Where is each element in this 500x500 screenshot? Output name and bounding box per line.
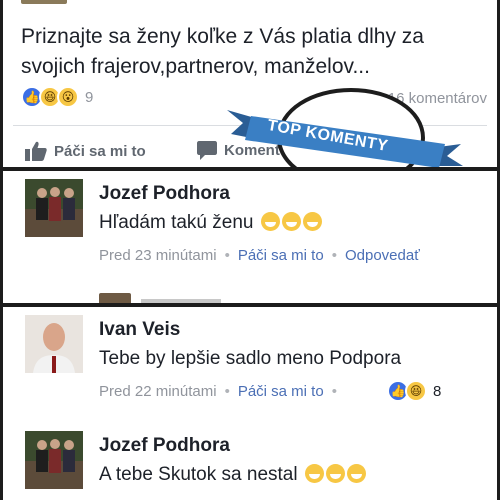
comment-reactions[interactable]: 👍 😆 8	[387, 380, 441, 402]
separator-dot: •	[331, 383, 337, 400]
reply-avatar[interactable]	[99, 293, 131, 303]
separator-dot: •	[224, 383, 230, 400]
like-button-label: Páči sa mi to	[54, 142, 146, 160]
comment-text: Hľadám takú ženu	[99, 212, 322, 234]
wow-icon: 😮	[57, 86, 79, 108]
comment-timestamp: Pred 23 minútami	[99, 247, 217, 264]
comment-text: A tebe Skutok sa nestal	[99, 464, 366, 486]
comment-card: Jozef Podhora Hľadám takú ženu Pred 23 m…	[3, 171, 497, 303]
post-reactions[interactable]: 👍 😆 😮 9	[21, 86, 93, 108]
post-text: Priznajte sa ženy koľke z Vás platia dlh…	[21, 25, 424, 78]
comment-timestamp: Pred 22 minútami	[99, 383, 217, 400]
post-author-avatar[interactable]	[21, 0, 67, 4]
comment-like-link[interactable]: Páči sa mi to	[238, 247, 324, 264]
grin-emoji-icon	[302, 212, 322, 231]
comment-icon	[197, 141, 217, 160]
grin-emoji-icon	[260, 212, 280, 231]
reaction-count: 9	[85, 88, 94, 106]
reply-preview	[141, 299, 221, 303]
avatar[interactable]	[25, 315, 83, 373]
comment-text: Tebe by lepšie sadlo meno Podpora	[99, 348, 402, 369]
comment-card: Ivan Veis Tebe by lepšie sadlo meno Podp…	[3, 307, 497, 500]
comment-author[interactable]: Jozef Podhora	[99, 435, 230, 457]
haha-icon: 😆	[405, 380, 427, 402]
comment-author[interactable]: Ivan Veis	[99, 319, 180, 341]
comment-like-link[interactable]: Páči sa mi to	[238, 383, 324, 400]
like-button[interactable]: Páči sa mi to	[25, 141, 146, 161]
avatar[interactable]	[25, 179, 83, 237]
comment-reply-link[interactable]: Odpovedať	[345, 247, 420, 264]
comment-meta: Pred 23 minútami • Páči sa mi to • Odpovedať	[99, 247, 420, 264]
thumbs-up-icon	[25, 141, 47, 161]
grin-emoji-icon	[281, 212, 301, 231]
post-card: Priznajte sa ženy koľke z Vás platia dlh…	[3, 0, 497, 167]
laughing-emoji-icon	[346, 464, 366, 483]
avatar[interactable]	[25, 431, 83, 489]
comment-meta: Pred 22 minútami • Páči sa mi to •	[99, 383, 345, 400]
reaction-count: 8	[433, 382, 442, 400]
comment-author[interactable]: Jozef Podhora	[99, 183, 230, 205]
separator-dot: •	[224, 247, 230, 264]
laughing-emoji-icon	[325, 464, 345, 483]
laughing-emoji-icon	[304, 464, 324, 483]
separator-dot: •	[331, 247, 337, 264]
